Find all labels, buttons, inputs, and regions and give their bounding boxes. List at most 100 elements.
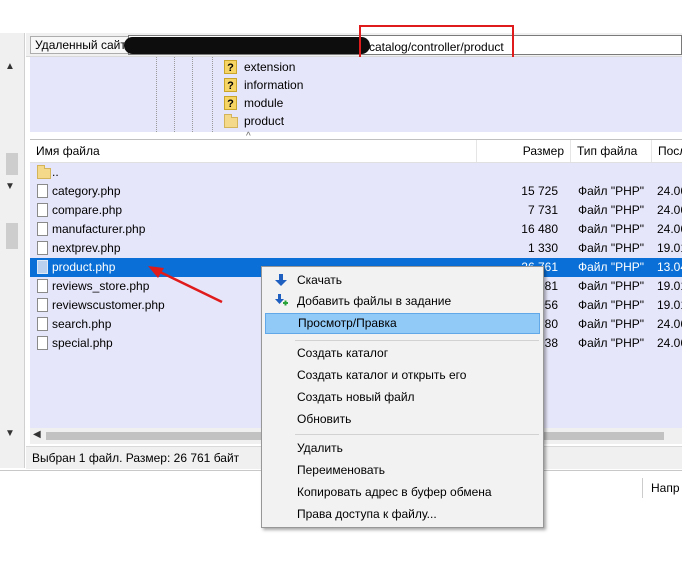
file-icon xyxy=(37,317,48,331)
menu-item-label: Удалить xyxy=(297,441,343,455)
file-name: nextprev.php xyxy=(52,241,121,255)
file-name: special.php xyxy=(52,336,113,350)
file-date: 24.06 xyxy=(657,203,682,217)
menu-item-download[interactable]: Скачать xyxy=(265,270,540,291)
menu-item-label: Обновить xyxy=(297,412,352,426)
file-name: reviewscustomer.php xyxy=(52,298,165,312)
file-type: Файл "PHP" xyxy=(578,222,645,236)
menu-separator xyxy=(295,434,539,435)
menu-item-label: Скачать xyxy=(297,273,342,287)
file-type: Файл "PHP" xyxy=(578,203,645,217)
file-type: Файл "PHP" xyxy=(578,260,645,274)
file-icon xyxy=(37,298,48,312)
menu-item-label: Просмотр/Правка xyxy=(298,316,397,330)
question-folder-icon: ? xyxy=(224,96,237,110)
tree-item-label: module xyxy=(244,96,284,110)
menu-item-label: Создать каталог и открыть его xyxy=(297,368,467,382)
tree-item-label: extension xyxy=(244,60,296,74)
question-folder-icon: ? xyxy=(224,78,237,92)
menu-item-create-dir[interactable]: Создать каталог xyxy=(265,343,540,364)
file-date: 13.04 xyxy=(657,260,682,274)
file-size: 15 725 xyxy=(521,184,558,198)
add-to-queue-icon xyxy=(275,294,288,306)
column-size[interactable]: Размер xyxy=(476,140,570,162)
menu-item-add-to-queue[interactable]: Добавить файлы в задание xyxy=(265,291,540,312)
file-type: Файл "PHP" xyxy=(578,241,645,255)
table-row[interactable]: compare.php 7 731 Файл "PHP" 24.06 xyxy=(30,201,682,220)
tree-line xyxy=(212,57,213,132)
remote-directory-tree: ? extension ? information ? module produ… xyxy=(30,57,682,132)
local-pane-strip: ▲ ▼ ▼ xyxy=(0,33,25,468)
context-menu: Скачать Добавить файлы в задание Просмот… xyxy=(261,266,544,528)
tab-direction[interactable]: Напр xyxy=(642,478,682,498)
file-name: compare.php xyxy=(52,203,123,217)
file-icon xyxy=(37,336,48,350)
menu-item-create-dir-open[interactable]: Создать каталог и открыть его xyxy=(265,365,540,386)
file-type: Файл "PHP" xyxy=(578,317,645,331)
menu-separator xyxy=(295,340,539,341)
file-date: 24.06 xyxy=(657,336,682,350)
file-size: 1 330 xyxy=(527,241,558,255)
file-size: 7 731 xyxy=(527,203,558,217)
file-icon xyxy=(37,203,48,217)
file-name: manufacturer.php xyxy=(52,222,146,236)
menu-item-rename[interactable]: Переименовать xyxy=(265,460,540,481)
tree-item-label: information xyxy=(244,78,304,92)
list-item-parent[interactable]: .. xyxy=(30,163,682,182)
column-name[interactable]: Имя файла xyxy=(30,140,476,162)
menu-item-label: Копировать адрес в буфер обмена xyxy=(297,485,492,499)
file-name: product.php xyxy=(52,260,116,274)
file-name: .. xyxy=(52,165,59,179)
menu-item-label: Права доступа к файлу... xyxy=(297,507,437,521)
column-date[interactable]: Посл xyxy=(651,140,682,162)
file-date: 19.01 xyxy=(657,298,682,312)
file-date: 24.06 xyxy=(657,184,682,198)
file-name: category.php xyxy=(52,184,121,198)
question-folder-icon: ? xyxy=(224,60,237,74)
file-name: reviews_store.php xyxy=(52,279,150,293)
file-icon xyxy=(37,260,48,274)
folder-icon xyxy=(37,165,51,179)
scrollbar-thumb-lower[interactable] xyxy=(6,223,18,249)
menu-item-delete[interactable]: Удалить xyxy=(265,438,540,459)
file-icon xyxy=(37,279,48,293)
tree-item-label: product xyxy=(244,114,285,128)
folder-icon xyxy=(224,114,238,128)
menu-item-label: Создать новый файл xyxy=(297,390,415,404)
file-icon xyxy=(37,184,48,198)
table-row[interactable]: nextprev.php 1 330 Файл "PHP" 19.01 xyxy=(30,239,682,258)
download-arrow-icon xyxy=(275,274,287,286)
file-icon xyxy=(37,241,48,255)
table-row[interactable]: manufacturer.php 16 480 Файл "PHP" 24.06 xyxy=(30,220,682,239)
scroll-down-icon[interactable]: ▼ xyxy=(5,181,15,192)
file-date: 19.01 xyxy=(657,279,682,293)
redacted-path xyxy=(124,37,370,54)
menu-item-view-edit[interactable]: Просмотр/Правка xyxy=(265,313,540,334)
file-icon xyxy=(37,222,48,236)
scrollbar-thumb[interactable] xyxy=(6,153,18,175)
menu-item-create-file[interactable]: Создать новый файл xyxy=(265,387,540,408)
menu-item-permissions[interactable]: Права доступа к файлу... xyxy=(265,504,540,525)
file-size: 16 480 xyxy=(521,222,558,236)
file-type: Файл "PHP" xyxy=(578,279,645,293)
remote-site-label: Удаленный сайт: xyxy=(30,36,135,54)
table-row[interactable]: category.php 15 725 Файл "PHP" 24.06 xyxy=(30,182,682,201)
menu-item-refresh[interactable]: Обновить xyxy=(265,409,540,430)
column-type[interactable]: Тип файла xyxy=(570,140,651,162)
file-date: 24.06 xyxy=(657,222,682,236)
menu-item-copy-url[interactable]: Копировать адрес в буфер обмена xyxy=(265,482,540,503)
menu-item-label: Добавить файлы в задание xyxy=(297,294,452,308)
tree-line xyxy=(156,57,157,132)
tree-line xyxy=(192,57,193,132)
file-date: 19.01 xyxy=(657,241,682,255)
scroll-left-icon[interactable]: ◀ xyxy=(33,429,41,440)
scroll-up-icon[interactable]: ▲ xyxy=(5,61,15,72)
file-list-header: Имя файла Размер Тип файла Посл xyxy=(30,140,682,163)
status-text: Выбран 1 файл. Размер: 26 761 байт xyxy=(32,451,240,465)
menu-item-label: Переименовать xyxy=(297,463,385,477)
scroll-down-icon-lower[interactable]: ▼ xyxy=(5,428,15,439)
file-type: Файл "PHP" xyxy=(578,336,645,350)
file-type: Файл "PHP" xyxy=(578,184,645,198)
menu-item-label: Создать каталог xyxy=(297,346,389,360)
tree-line xyxy=(174,57,175,132)
